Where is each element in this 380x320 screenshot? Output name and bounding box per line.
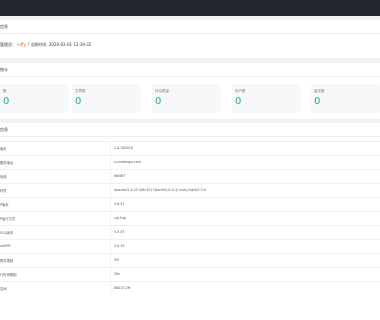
row-key: 行时间限制	[0, 273, 17, 277]
row-value: 5.6.27	[114, 202, 125, 206]
row-key: nkPHP	[0, 244, 11, 248]
stats-panel-title: 统计	[0, 63, 380, 77]
admin-label: 管理员：	[0, 42, 16, 47]
table-row: 附件限制 2M	[0, 253, 380, 266]
row-key: 系统	[0, 175, 7, 179]
current-time: 2020-02-01 13:39:32	[48, 42, 92, 47]
stat-label: 数	[3, 89, 7, 93]
welcome-panel-title: 信息	[0, 20, 380, 34]
table-row: 系统 WINNT	[0, 169, 380, 182]
stat-label: 文章数	[75, 89, 86, 93]
row-value: 1.0.180420	[114, 146, 133, 150]
table-row: P运行方式 cgi-fcgi	[0, 211, 380, 224]
row-key: P版本	[0, 203, 9, 207]
table-row: 版本 1.0.180420	[0, 141, 380, 154]
username: luffy	[17, 42, 27, 47]
table-row: P版本 5.6.27	[0, 197, 380, 210]
row-key: SQL版本	[0, 231, 14, 235]
row-key: 附件限制	[0, 259, 14, 263]
row-value: 86015.2M	[114, 286, 131, 290]
table-row: 空间 86015.2M	[0, 281, 380, 294]
row-key: 服务地址	[0, 161, 14, 165]
row-key: P运行方式	[0, 217, 16, 221]
system-info-title: 信息	[0, 123, 380, 137]
table-row: 服务地址 x.xuebingsi.com	[0, 155, 380, 168]
top-navigation-bar	[0, 0, 380, 16]
row-key: 版本	[0, 147, 7, 151]
stat-card-comments[interactable]: 评论数量 0	[152, 84, 221, 113]
stat-card[interactable]: 数 0	[0, 84, 69, 113]
stat-value: 0	[75, 96, 82, 107]
stat-value: 0	[314, 96, 321, 107]
time-label: 当前时间:	[30, 42, 48, 47]
row-key: 空间	[0, 287, 7, 291]
row-value: 5.0.19	[114, 244, 125, 248]
stat-card-articles[interactable]: 文章数 0	[72, 84, 141, 113]
row-value: WINNT	[114, 174, 126, 178]
row-value: x.xuebingsi.com	[114, 160, 141, 164]
row-key: 环境	[0, 189, 7, 193]
stat-value: 0	[155, 96, 162, 107]
row-value: Apache/2.4.23 (Win32) OpenSSL/1.0.2j mod…	[114, 188, 206, 192]
table-row: SQL版本 5.5.53	[0, 225, 380, 238]
row-value: 5.5.53	[114, 230, 125, 234]
table-row: 行时间限制 30s	[0, 267, 380, 280]
stat-card-messages[interactable]: 留言数 0	[311, 84, 380, 113]
stat-label: 用户数	[235, 89, 246, 93]
row-value: 30s	[114, 272, 120, 276]
stat-label: 留言数	[314, 89, 325, 93]
welcome-line: 管理员： luffy ! 当前时间: 2020-02-01 13:39:32	[0, 42, 92, 47]
table-row: 环境 Apache/2.4.23 (Win32) OpenSSL/1.0.2j m…	[0, 183, 380, 196]
welcome-panel: 信息	[0, 20, 380, 58]
row-value: 2M	[114, 258, 119, 262]
stat-value: 0	[235, 96, 242, 107]
row-value: cgi-fcgi	[114, 216, 126, 220]
stat-label: 评论数量	[155, 89, 169, 93]
table-row: nkPHP 5.0.19	[0, 239, 380, 252]
stat-value: 0	[3, 96, 10, 107]
stat-card-users[interactable]: 用户数 0	[232, 84, 301, 113]
